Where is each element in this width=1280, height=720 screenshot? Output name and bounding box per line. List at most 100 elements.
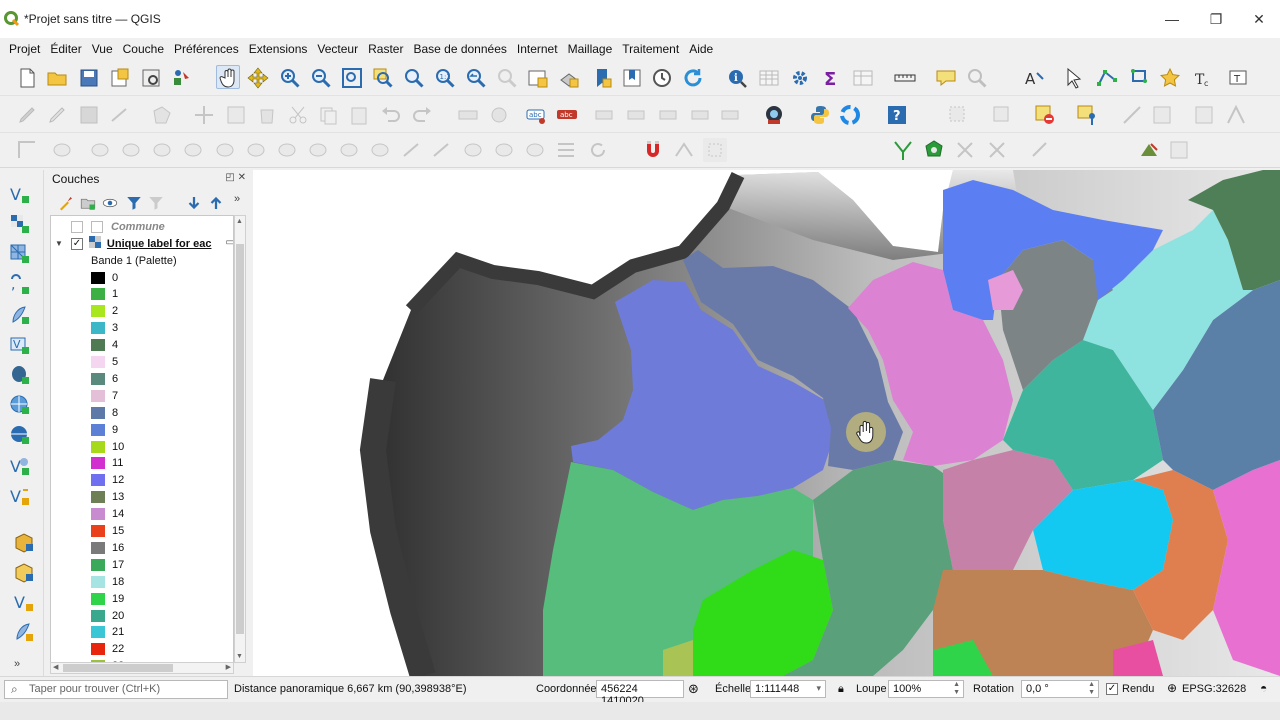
new-map-view-icon[interactable] [526,66,550,90]
menu-maillage[interactable]: Maillage [563,42,618,56]
self-snapping-icon[interactable] [985,138,1009,162]
pin-label-icon[interactable] [592,103,616,127]
new-bookmark-icon[interactable] [590,66,614,90]
menu-internet[interactable]: Internet [512,42,563,56]
more-tools-chevron-icon[interactable]: » [14,658,20,670]
locator-search-icon[interactable] [965,66,989,90]
add-raster-layer-icon[interactable] [8,212,32,236]
fill-ring-icon[interactable] [244,138,268,162]
rotation-field[interactable]: 0,0 ° ▲ ▼ [1021,680,1099,698]
data-source-manager-icon[interactable]: V [8,182,32,206]
add-spatialite-layer-icon[interactable] [8,303,32,327]
add-delimited-text-icon[interactable]: , [8,273,32,297]
rotate-point-symbols-icon[interactable] [492,138,516,162]
select-by-value-icon[interactable] [990,103,1014,127]
label-toolbar-icon[interactable] [456,103,480,127]
rotate-feature-icon[interactable] [1150,103,1174,127]
layer-unique-label-checkbox[interactable]: ✓ [70,237,83,250]
snapping-mode-icon[interactable] [672,138,696,162]
pan-to-selection-icon[interactable] [246,66,270,90]
menu-base-de-donnees[interactable]: Base de données [408,42,511,56]
menu-preferences[interactable]: Préférences [169,42,244,56]
move-feature-icon[interactable] [192,103,216,127]
show-bookmarks-icon[interactable] [620,66,644,90]
snapping-type-icon[interactable] [703,138,727,162]
delete-ring-icon[interactable] [275,138,299,162]
scrollbar-thumb[interactable] [236,244,244,634]
add-virtual-layer-icon[interactable]: V [8,333,32,357]
scroll-up-icon[interactable]: ▲ [236,218,243,225]
label-abc-icon[interactable]: abc [524,103,548,127]
scroll-down-icon[interactable]: ▼ [236,653,243,660]
add-part-icon[interactable] [213,138,237,162]
style-manager-icon[interactable] [170,66,194,90]
add-postgis-layer-icon[interactable] [8,363,32,387]
crs-button[interactable]: EPSG:32628 [1182,683,1246,695]
zoom-full-icon[interactable] [340,66,364,90]
expand-arrow-icon[interactable]: ▼ [55,239,63,248]
magnifier-field[interactable]: 100% ▲ ▼ [888,680,964,698]
digitize-shape-icon[interactable] [1127,66,1151,90]
scrollbar-thumb[interactable] [63,664,173,672]
messages-icon[interactable]: ◓ [1260,681,1267,695]
merge-features-icon[interactable] [119,138,143,162]
coordinate-field[interactable]: 456224 1410020 [596,680,684,707]
new-print-layout-icon[interactable] [108,66,132,90]
text-format-icon[interactable]: Tc [1190,66,1214,90]
expand-all-icon[interactable] [185,194,203,212]
more-panel-tools-chevron-icon[interactable]: » [234,193,240,205]
move-label-icon[interactable] [656,103,680,127]
deselect-all-icon[interactable] [1033,103,1057,127]
reshape-feature-icon[interactable] [1192,103,1216,127]
filter-by-expression-icon[interactable] [147,194,165,212]
new-virtual-layer-icon[interactable]: V [12,590,36,614]
new-geopackage-layer-icon[interactable] [12,530,36,554]
panel-float-close-buttons[interactable]: ◰ ✕ [225,172,246,183]
menu-vue[interactable]: Vue [87,42,118,56]
show-hide-label-icon[interactable] [624,103,648,127]
layer-row-commune[interactable]: Commune [71,218,165,235]
collapse-all-icon[interactable] [207,194,225,212]
identify-features-icon[interactable]: i [725,66,749,90]
layer-commune-checkbox[interactable] [71,220,83,233]
menu-raster[interactable]: Raster [363,42,408,56]
save-edits-icon[interactable] [77,103,101,127]
menu-vecteur[interactable]: Vecteur [312,42,363,56]
modify-attributes-icon[interactable] [224,103,248,127]
zoom-next-icon[interactable] [495,66,519,90]
delete-part-icon[interactable] [306,138,330,162]
zoom-last-icon[interactable] [464,66,488,90]
snapping-magnet-icon[interactable] [641,138,665,162]
menu-aide[interactable]: Aide [684,42,718,56]
undo-icon[interactable] [379,103,403,127]
select-by-location-icon[interactable] [1075,103,1099,127]
add-group-icon[interactable] [79,194,97,212]
add-wfs-layer-icon[interactable] [8,423,32,447]
copy-features-icon[interactable] [316,103,340,127]
redo-icon[interactable] [410,103,434,127]
toolbox-gear-icon[interactable] [788,66,812,90]
text-annotation-icon[interactable]: A [1022,66,1046,90]
vertex-tool-icon[interactable] [1095,66,1119,90]
add-wcs-layer-icon[interactable]: V [8,454,32,478]
locator-search-input[interactable]: ⌕ Taper pour trouver (Ctrl+K) [4,680,228,699]
rotate-icon[interactable] [586,138,610,162]
paste-features-icon[interactable] [347,103,371,127]
split-features-icon[interactable] [50,138,74,162]
crs-globe-icon[interactable]: ⊕ [1167,681,1177,695]
offset-curve-icon[interactable] [1224,103,1248,127]
open-attribute-table-icon[interactable] [757,66,781,90]
new-shapefile-layer-icon[interactable]: V [8,484,32,508]
split-parts-icon[interactable] [88,138,112,162]
topological-editing-icon[interactable] [922,138,946,162]
add-mesh-layer-icon[interactable] [8,242,32,266]
menu-extensions[interactable]: Extensions [244,42,313,56]
current-edits-icon[interactable] [15,103,39,127]
zoom-out-icon[interactable] [309,66,333,90]
map-tips-icon[interactable] [934,66,958,90]
layer-indicator-icon[interactable]: ▭ [226,237,233,248]
cut-features-icon[interactable] [286,103,310,127]
diagram-icon[interactable] [487,103,511,127]
temporal-controller-icon[interactable] [650,66,674,90]
scroll-left-icon[interactable]: ◀ [53,663,58,671]
